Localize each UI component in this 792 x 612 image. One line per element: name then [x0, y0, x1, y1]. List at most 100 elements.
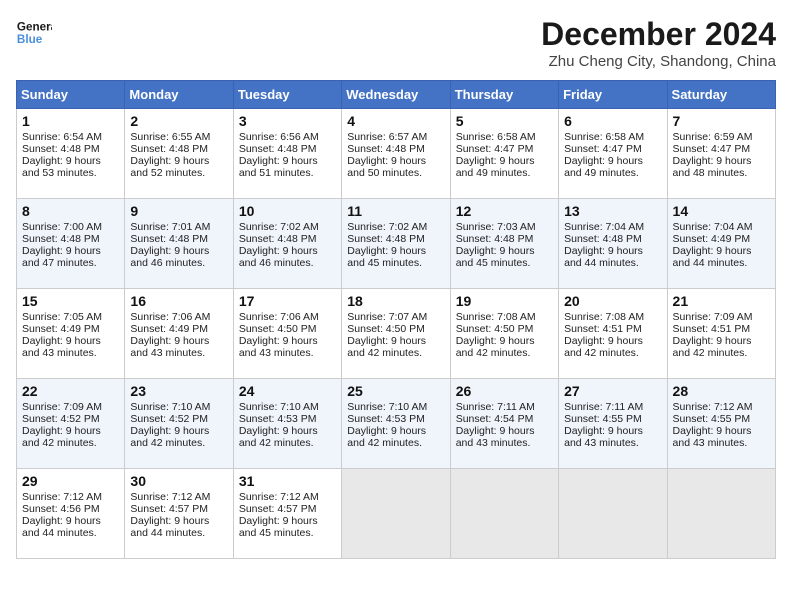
day-number: 10 [239, 203, 336, 219]
sunrise-label: Sunrise: 7:06 AM [130, 311, 210, 323]
sunrise-label: Sunrise: 7:02 AM [347, 221, 427, 233]
day-number: 15 [22, 293, 119, 309]
calendar-week-5: 29 Sunrise: 7:12 AM Sunset: 4:56 PM Dayl… [17, 469, 776, 559]
calendar-header-row: SundayMondayTuesdayWednesdayThursdayFrid… [17, 81, 776, 109]
calendar-cell: 8 Sunrise: 7:00 AM Sunset: 4:48 PM Dayli… [17, 199, 125, 289]
calendar-cell: 31 Sunrise: 7:12 AM Sunset: 4:57 PM Dayl… [233, 469, 341, 559]
main-title: December 2024 [541, 16, 776, 53]
daylight-label: Daylight: 9 hours and 43 minutes. [456, 425, 535, 449]
calendar-cell: 6 Sunrise: 6:58 AM Sunset: 4:47 PM Dayli… [559, 109, 667, 199]
day-number: 1 [22, 113, 119, 129]
calendar-cell: 16 Sunrise: 7:06 AM Sunset: 4:49 PM Dayl… [125, 289, 233, 379]
sunrise-label: Sunrise: 7:08 AM [456, 311, 536, 323]
daylight-label: Daylight: 9 hours and 44 minutes. [130, 515, 209, 539]
sunset-label: Sunset: 4:55 PM [673, 413, 751, 425]
sunset-label: Sunset: 4:51 PM [564, 323, 642, 335]
day-number: 11 [347, 203, 444, 219]
calendar-week-2: 8 Sunrise: 7:00 AM Sunset: 4:48 PM Dayli… [17, 199, 776, 289]
sunset-label: Sunset: 4:49 PM [673, 233, 751, 245]
calendar-cell: 4 Sunrise: 6:57 AM Sunset: 4:48 PM Dayli… [342, 109, 450, 199]
daylight-label: Daylight: 9 hours and 45 minutes. [456, 245, 535, 269]
daylight-label: Daylight: 9 hours and 43 minutes. [673, 425, 752, 449]
day-number: 24 [239, 383, 336, 399]
day-header-wednesday: Wednesday [342, 81, 450, 109]
day-number: 14 [673, 203, 770, 219]
logo: General Blue General Blue [16, 16, 52, 52]
day-number: 23 [130, 383, 227, 399]
sunrise-label: Sunrise: 7:10 AM [347, 401, 427, 413]
day-number: 13 [564, 203, 661, 219]
calendar-cell: 12 Sunrise: 7:03 AM Sunset: 4:48 PM Dayl… [450, 199, 558, 289]
sunset-label: Sunset: 4:57 PM [239, 503, 317, 515]
calendar-cell: 23 Sunrise: 7:10 AM Sunset: 4:52 PM Dayl… [125, 379, 233, 469]
sunset-label: Sunset: 4:55 PM [564, 413, 642, 425]
sunrise-label: Sunrise: 7:11 AM [564, 401, 643, 413]
sunset-label: Sunset: 4:48 PM [456, 233, 534, 245]
day-number: 20 [564, 293, 661, 309]
day-number: 25 [347, 383, 444, 399]
calendar-cell: 21 Sunrise: 7:09 AM Sunset: 4:51 PM Dayl… [667, 289, 775, 379]
logo-icon: General Blue [16, 16, 52, 52]
daylight-label: Daylight: 9 hours and 53 minutes. [22, 155, 101, 179]
calendar-cell: 22 Sunrise: 7:09 AM Sunset: 4:52 PM Dayl… [17, 379, 125, 469]
sunset-label: Sunset: 4:48 PM [22, 233, 100, 245]
sunrise-label: Sunrise: 7:09 AM [22, 401, 102, 413]
day-number: 3 [239, 113, 336, 129]
calendar-cell: 13 Sunrise: 7:04 AM Sunset: 4:48 PM Dayl… [559, 199, 667, 289]
sunset-label: Sunset: 4:49 PM [130, 323, 208, 335]
calendar-cell: 24 Sunrise: 7:10 AM Sunset: 4:53 PM Dayl… [233, 379, 341, 469]
sunset-label: Sunset: 4:48 PM [239, 233, 317, 245]
sunrise-label: Sunrise: 7:02 AM [239, 221, 319, 233]
calendar-cell: 29 Sunrise: 7:12 AM Sunset: 4:56 PM Dayl… [17, 469, 125, 559]
sunrise-label: Sunrise: 6:56 AM [239, 131, 319, 143]
sunset-label: Sunset: 4:50 PM [239, 323, 317, 335]
day-number: 5 [456, 113, 553, 129]
daylight-label: Daylight: 9 hours and 43 minutes. [130, 335, 209, 359]
daylight-label: Daylight: 9 hours and 42 minutes. [347, 335, 426, 359]
sunset-label: Sunset: 4:56 PM [22, 503, 100, 515]
day-number: 19 [456, 293, 553, 309]
calendar-week-3: 15 Sunrise: 7:05 AM Sunset: 4:49 PM Dayl… [17, 289, 776, 379]
daylight-label: Daylight: 9 hours and 43 minutes. [22, 335, 101, 359]
daylight-label: Daylight: 9 hours and 44 minutes. [22, 515, 101, 539]
sunrise-label: Sunrise: 7:09 AM [673, 311, 753, 323]
sunset-label: Sunset: 4:48 PM [130, 143, 208, 155]
sunset-label: Sunset: 4:48 PM [347, 143, 425, 155]
svg-text:General: General [17, 20, 52, 33]
daylight-label: Daylight: 9 hours and 42 minutes. [239, 425, 318, 449]
sunrise-label: Sunrise: 6:58 AM [456, 131, 536, 143]
sunset-label: Sunset: 4:48 PM [22, 143, 100, 155]
day-number: 26 [456, 383, 553, 399]
daylight-label: Daylight: 9 hours and 50 minutes. [347, 155, 426, 179]
day-header-sunday: Sunday [17, 81, 125, 109]
sunrise-label: Sunrise: 7:05 AM [22, 311, 102, 323]
day-header-tuesday: Tuesday [233, 81, 341, 109]
daylight-label: Daylight: 9 hours and 52 minutes. [130, 155, 209, 179]
sunset-label: Sunset: 4:54 PM [456, 413, 534, 425]
day-number: 27 [564, 383, 661, 399]
calendar-cell: 7 Sunrise: 6:59 AM Sunset: 4:47 PM Dayli… [667, 109, 775, 199]
sunset-label: Sunset: 4:52 PM [130, 413, 208, 425]
sunrise-label: Sunrise: 6:54 AM [22, 131, 102, 143]
day-number: 12 [456, 203, 553, 219]
day-number: 28 [673, 383, 770, 399]
svg-text:Blue: Blue [17, 33, 43, 46]
sunrise-label: Sunrise: 7:00 AM [22, 221, 102, 233]
sunrise-label: Sunrise: 7:01 AM [130, 221, 210, 233]
calendar-cell: 18 Sunrise: 7:07 AM Sunset: 4:50 PM Dayl… [342, 289, 450, 379]
daylight-label: Daylight: 9 hours and 42 minutes. [22, 425, 101, 449]
daylight-label: Daylight: 9 hours and 42 minutes. [347, 425, 426, 449]
calendar-cell: 17 Sunrise: 7:06 AM Sunset: 4:50 PM Dayl… [233, 289, 341, 379]
calendar-cell: 30 Sunrise: 7:12 AM Sunset: 4:57 PM Dayl… [125, 469, 233, 559]
day-number: 17 [239, 293, 336, 309]
day-number: 4 [347, 113, 444, 129]
day-header-thursday: Thursday [450, 81, 558, 109]
day-header-saturday: Saturday [667, 81, 775, 109]
daylight-label: Daylight: 9 hours and 44 minutes. [564, 245, 643, 269]
calendar-table: SundayMondayTuesdayWednesdayThursdayFrid… [16, 80, 776, 559]
day-number: 2 [130, 113, 227, 129]
daylight-label: Daylight: 9 hours and 44 minutes. [673, 245, 752, 269]
sunset-label: Sunset: 4:57 PM [130, 503, 208, 515]
sunrise-label: Sunrise: 7:08 AM [564, 311, 644, 323]
sunrise-label: Sunrise: 6:57 AM [347, 131, 427, 143]
